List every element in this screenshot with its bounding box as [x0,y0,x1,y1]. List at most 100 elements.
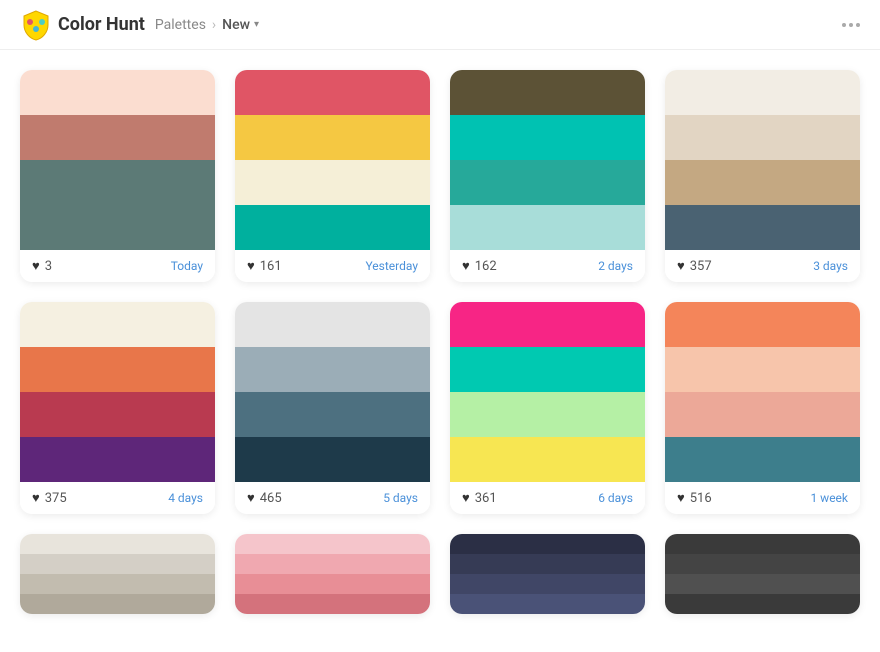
color-swatches [665,302,860,482]
color-swatch [235,437,430,482]
palette-card[interactable] [235,534,430,614]
color-swatch [450,392,645,437]
palette-card[interactable]: ♥3616 days [450,302,645,514]
likes-number: 375 [45,491,67,506]
color-swatch [20,594,215,614]
palette-grid: ♥3Today♥161Yesterday♥1622 days♥3573 days… [20,70,860,614]
color-swatch [665,437,860,482]
likes-count: ♥ 516 [677,490,712,506]
color-swatches [20,534,215,614]
card-footer: ♥ 516 1 week [665,482,860,514]
color-swatch [235,594,430,614]
color-swatches [20,70,215,250]
heart-icon: ♥ [247,490,255,506]
color-swatch [20,302,215,347]
time-label: 2 days [598,259,633,273]
color-swatch [235,392,430,437]
color-swatch [665,392,860,437]
heart-icon: ♥ [677,490,685,506]
palette-card[interactable] [665,534,860,614]
more-options-button[interactable] [842,23,860,27]
color-swatch [20,205,215,250]
likes-number: 465 [260,491,282,506]
color-swatch [235,574,430,594]
card-footer: ♥3573 days [665,250,860,282]
card-footer: ♥161 Yesterday [235,250,430,282]
color-swatch [665,205,860,250]
color-swatch [665,554,860,574]
heart-icon: ♥ [32,490,40,506]
color-swatch [235,347,430,392]
palette-card[interactable]: ♥ 516 1 week [665,302,860,514]
main-content: ♥3Today♥161Yesterday♥1622 days♥3573 days… [0,50,880,634]
color-swatch [20,160,215,205]
palette-card[interactable]: ♥3573 days [665,70,860,282]
palette-card[interactable] [20,534,215,614]
card-footer: ♥ 162 2 days [450,250,645,282]
breadcrumb-current[interactable]: New ▾ [222,17,259,33]
palette-card[interactable] [450,534,645,614]
color-swatch [450,115,645,160]
likes-number: 3 [45,259,52,274]
color-swatches [665,70,860,250]
card-footer: ♥3Today [20,250,215,282]
color-swatch [20,392,215,437]
color-swatch [20,437,215,482]
breadcrumb-palettes[interactable]: Palettes [155,17,206,33]
color-swatch [450,594,645,614]
color-swatch [665,347,860,392]
likes-number: 162 [475,259,497,274]
heart-icon: ♥ [462,258,470,274]
color-swatch [450,534,645,554]
color-swatch [20,534,215,554]
chevron-down-icon: ▾ [254,19,259,30]
color-swatch [235,115,430,160]
color-swatch [235,302,430,347]
dot-icon [842,23,846,27]
logo-link[interactable]: Color Hunt [20,9,145,41]
logo-icon [20,9,52,41]
heart-icon: ♥ [677,258,685,274]
color-swatch [235,554,430,574]
color-swatch [450,574,645,594]
heart-icon: ♥ [462,490,470,506]
color-swatch [235,534,430,554]
color-swatch [20,554,215,574]
color-swatches [20,302,215,482]
likes-number: 361 [475,491,497,506]
likes-number: 516 [690,491,712,506]
palette-card[interactable]: ♥ 162 2 days [450,70,645,282]
color-swatch [665,160,860,205]
palette-card[interactable]: ♥3Today [20,70,215,282]
likes-count: ♥ 162 [462,258,497,274]
palette-card[interactable]: ♥ 465 5 days [235,302,430,514]
palette-card[interactable]: ♥161 Yesterday [235,70,430,282]
color-swatch [665,70,860,115]
color-swatch [20,347,215,392]
app-title: Color Hunt [58,14,145,35]
color-swatches [450,70,645,250]
breadcrumb-current-label: New [222,17,250,33]
color-swatch [450,554,645,574]
likes-count: ♥ 375 [32,490,67,506]
color-swatch [450,160,645,205]
color-swatches [235,534,430,614]
likes-number: 161 [260,259,282,274]
color-swatches [235,70,430,250]
color-swatch [450,70,645,115]
likes-count: ♥161 [247,258,282,274]
color-swatch [450,302,645,347]
color-swatch [20,574,215,594]
header: Color Hunt Palettes › New ▾ [0,0,880,50]
palette-card[interactable]: ♥3754 days [20,302,215,514]
time-label: 5 days [383,491,418,505]
color-swatches [450,534,645,614]
time-label: 1 week [810,491,848,505]
color-swatch [450,347,645,392]
dot-icon [856,23,860,27]
time-label: Yesterday [365,259,418,273]
color-swatches [665,534,860,614]
color-swatch [665,574,860,594]
breadcrumb-separator: › [212,17,216,33]
dot-icon [849,23,853,27]
